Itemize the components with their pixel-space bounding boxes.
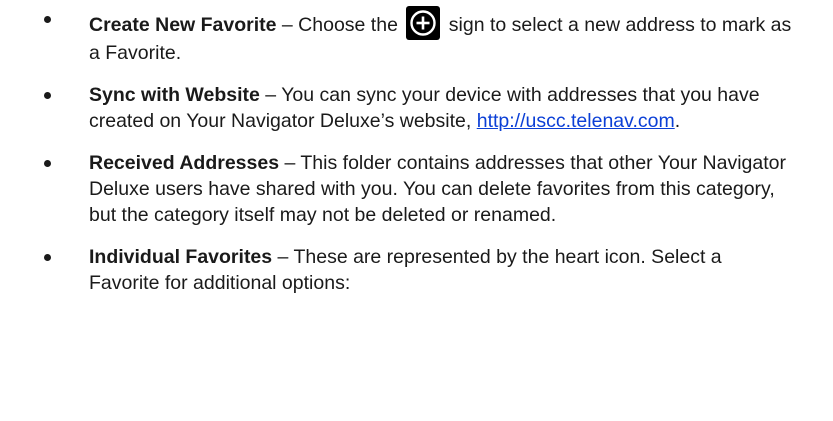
website-link[interactable]: http://uscc.telenav.com — [477, 110, 675, 132]
bullet-icon — [44, 160, 51, 167]
item-term: Received Addresses — [89, 152, 280, 174]
item-term: Individual Favorites — [89, 246, 273, 268]
bullet-icon — [44, 92, 51, 99]
plus-circle-icon — [406, 6, 441, 40]
item-term: Sync with Website — [89, 84, 260, 106]
item-text-end: . — [674, 110, 681, 132]
bullet-icon — [44, 254, 51, 261]
list-item-individual-favorites: Individual Favorites – These are represe… — [0, 244, 833, 296]
list-item-create-new-favorite: Create New Favorite – Choose the sign to… — [0, 6, 833, 66]
feature-list: Create New Favorite – Choose the sign to… — [0, 6, 833, 312]
list-item-sync-with-website: Sync with Website – You can sync your de… — [0, 82, 833, 134]
bullet-icon — [44, 16, 51, 23]
item-term: Create New Favorite — [89, 14, 277, 36]
item-text: – Choose the — [276, 14, 404, 36]
list-item-received-addresses: Received Addresses – This folder contain… — [0, 150, 833, 228]
